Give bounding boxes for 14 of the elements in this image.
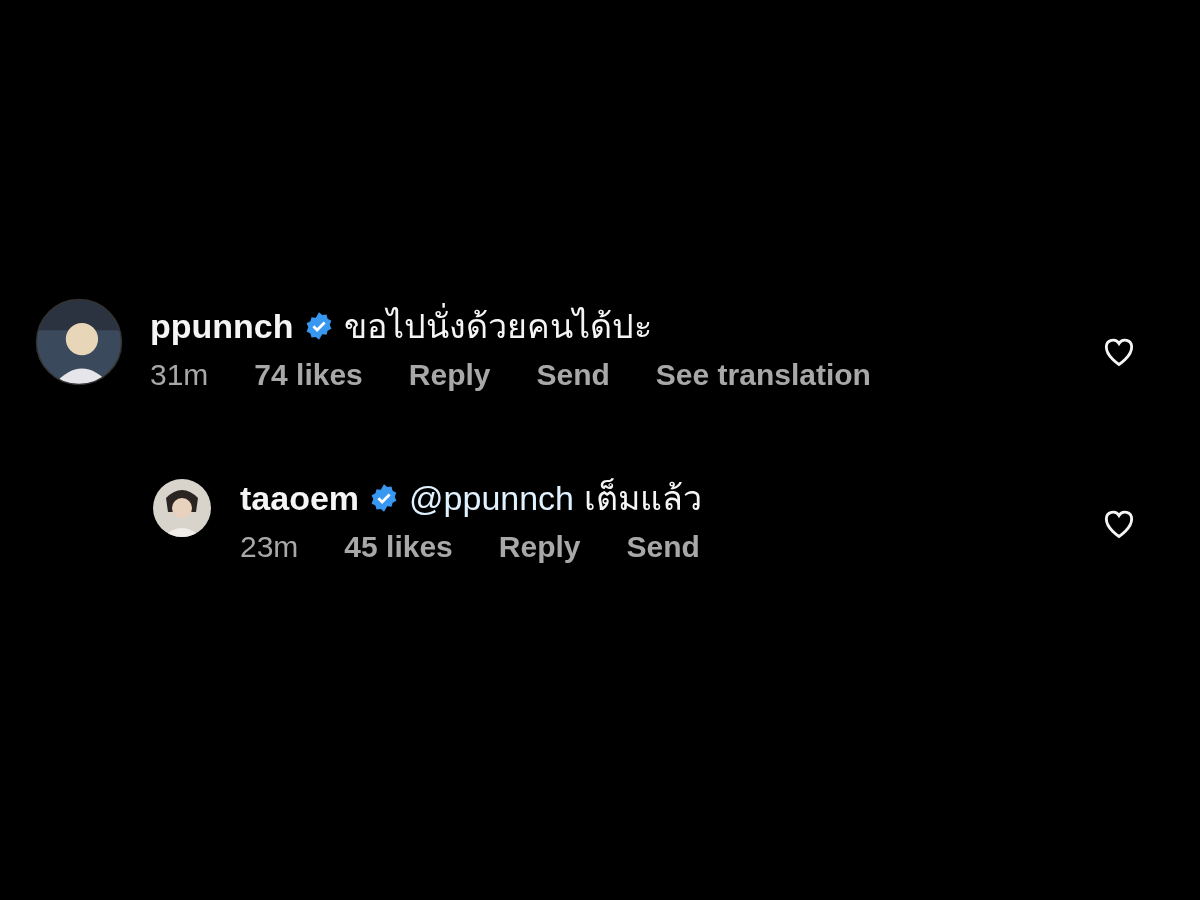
likes-count[interactable]: 45 likes <box>344 530 453 564</box>
comment-time: 31m <box>150 358 209 392</box>
comment-action-button[interactable]: Reply <box>498 530 581 564</box>
comment-text: ขอไปนั่งด้วยคนได้ปะ <box>343 299 652 353</box>
mention-link[interactable]: @ppunnch <box>409 478 575 518</box>
comment-time: 23m <box>240 530 299 564</box>
comment-action-button[interactable]: See translation <box>655 358 871 392</box>
comment-text: เต็มแล้ว <box>584 477 703 519</box>
comment-action-button[interactable]: Reply <box>408 358 491 392</box>
username[interactable]: taaoem <box>240 478 360 518</box>
comment-action-button[interactable]: Send <box>536 358 610 392</box>
username[interactable]: ppunnch <box>150 306 294 346</box>
comment-action-button[interactable]: Send <box>626 530 700 564</box>
likes-count[interactable]: 74 likes <box>254 358 363 392</box>
